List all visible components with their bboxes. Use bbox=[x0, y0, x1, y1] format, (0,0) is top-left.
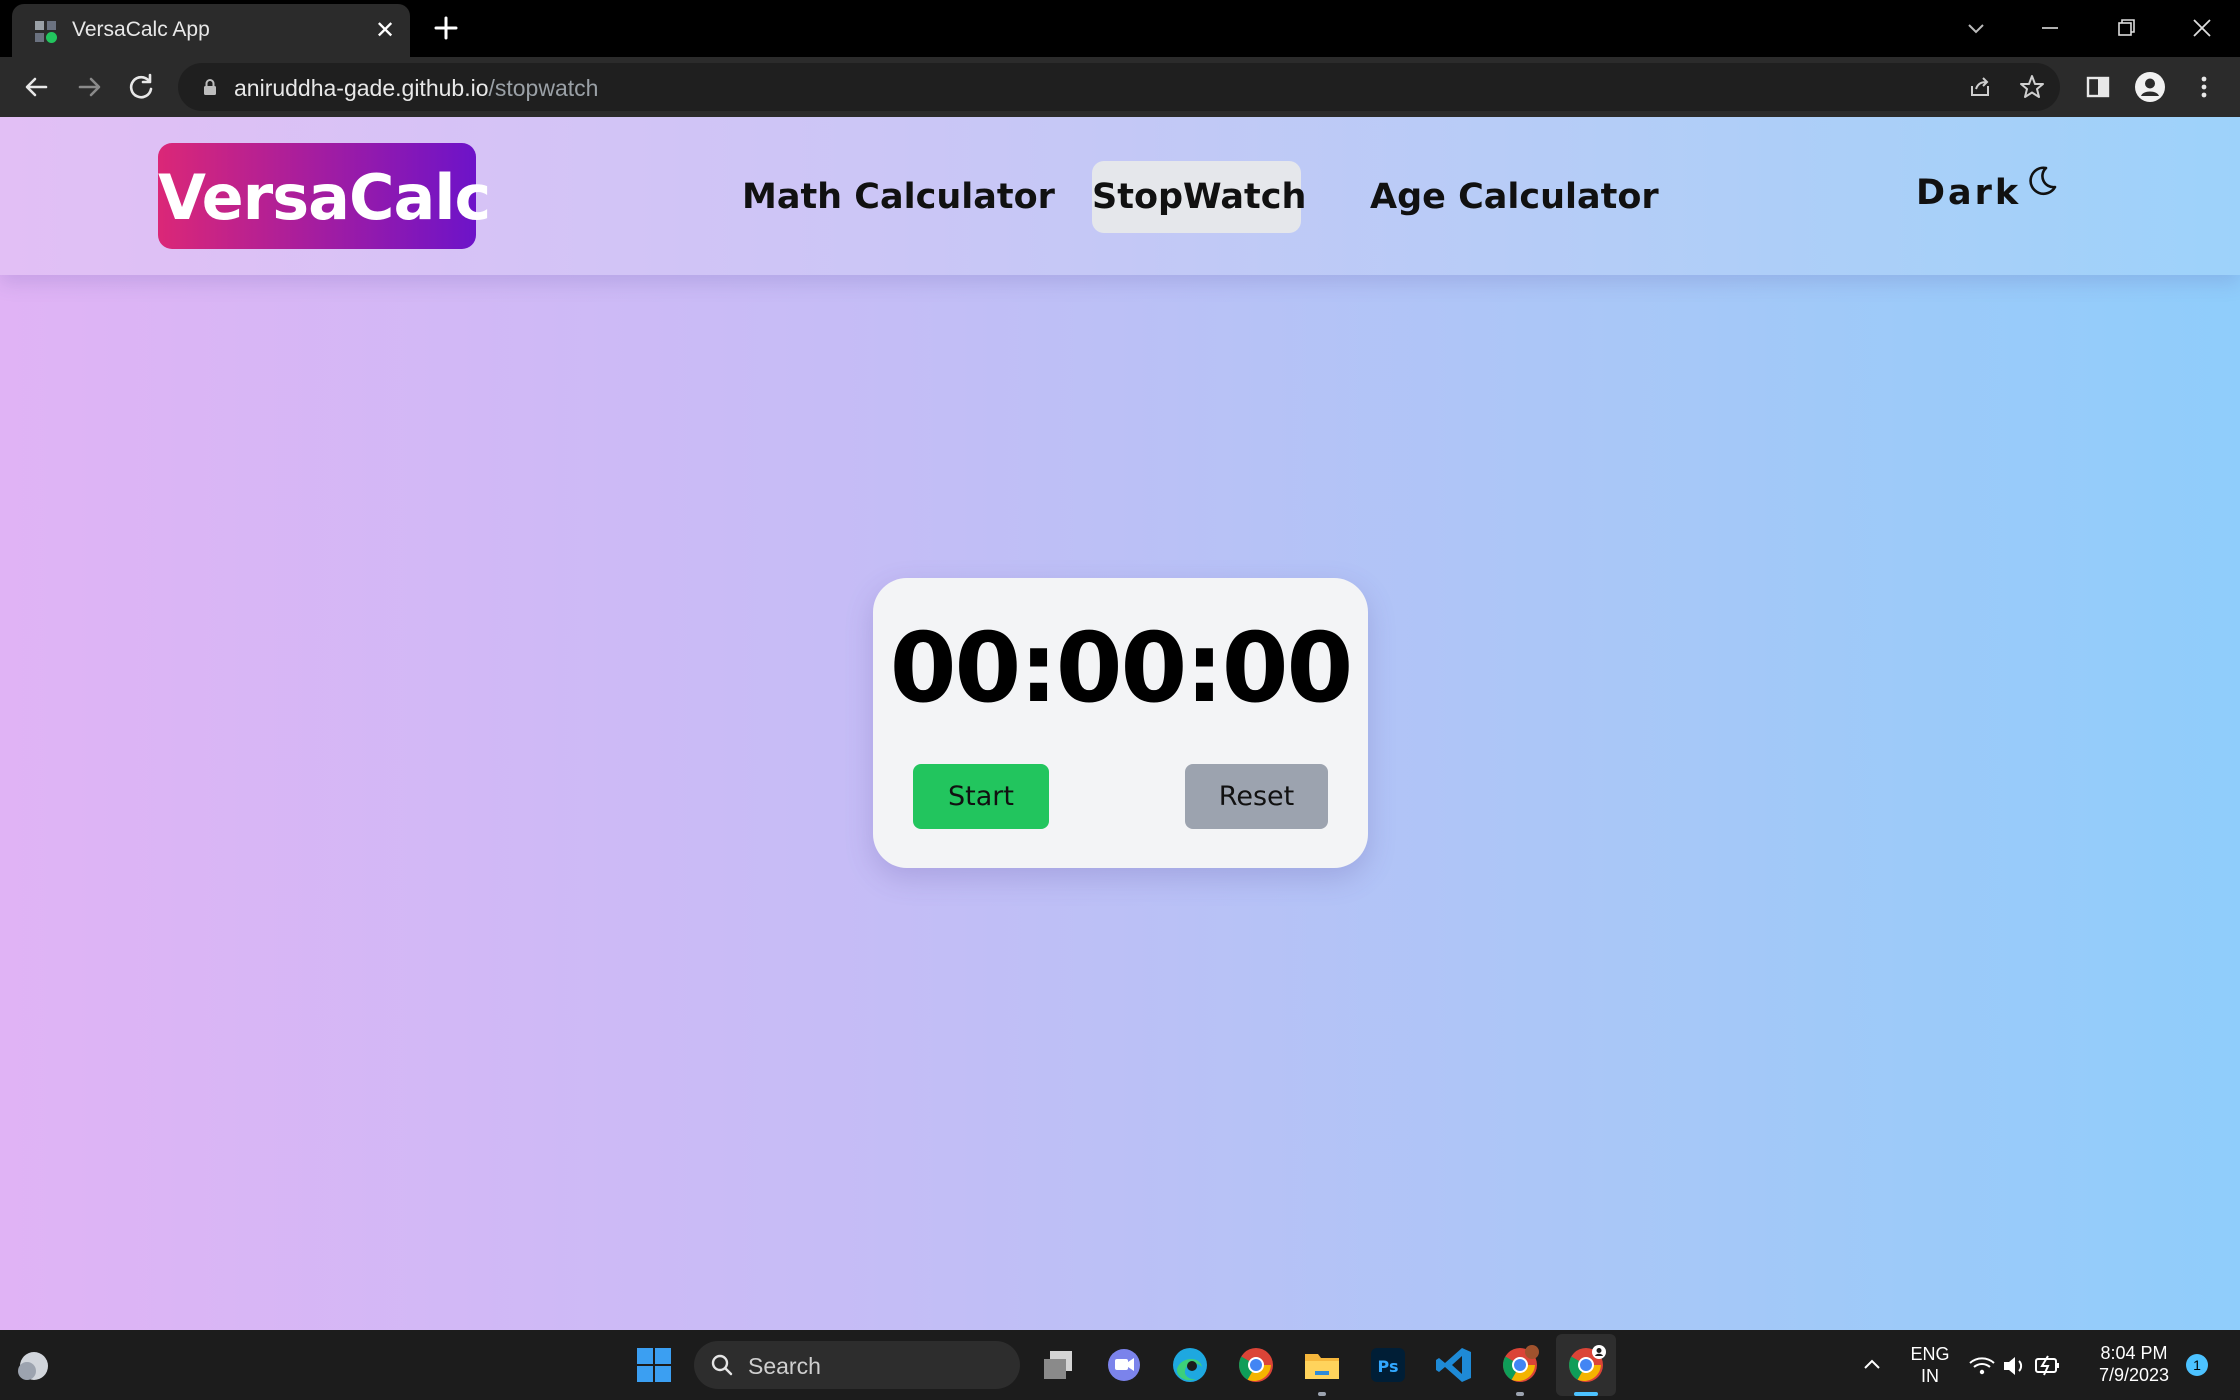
chrome-icon[interactable] bbox=[1234, 1343, 1278, 1387]
side-panel-icon[interactable] bbox=[2082, 71, 2114, 103]
page-viewport: VersaCalc Math Calculator StopWatch Age … bbox=[0, 117, 2240, 1330]
nav-stopwatch[interactable]: StopWatch bbox=[1092, 161, 1306, 233]
language-indicator[interactable]: ENG IN bbox=[1902, 1343, 1958, 1387]
nav-age-calculator[interactable]: Age Calculator bbox=[1370, 161, 1659, 233]
clock[interactable]: 8:04 PM 7/9/2023 bbox=[2088, 1342, 2180, 1386]
tray-chevron-up-icon[interactable] bbox=[1850, 1343, 1894, 1387]
network-volume-battery-icons[interactable] bbox=[1964, 1343, 2068, 1387]
taskbar-search-placeholder: Search bbox=[748, 1353, 821, 1379]
app-navbar: VersaCalc Math Calculator StopWatch Age … bbox=[0, 117, 2240, 275]
vscode-icon[interactable] bbox=[1432, 1343, 1476, 1387]
bookmark-star-icon[interactable] bbox=[2018, 73, 2046, 101]
os-taskbar: Search Ps ENG IN 8:04 PM 7/9/2023 1 bbox=[0, 1330, 2240, 1400]
lang-code: ENG bbox=[1910, 1344, 1950, 1364]
region-code: IN bbox=[1921, 1366, 1939, 1386]
browser-tab[interactable]: VersaCalc App ✕ bbox=[12, 4, 410, 57]
task-view-icon[interactable] bbox=[1036, 1343, 1080, 1387]
tab-title: VersaCalc App bbox=[72, 18, 210, 41]
theme-toggle-label[interactable]: Dark bbox=[1916, 173, 2021, 213]
clock-time: 8:04 PM bbox=[2100, 1343, 2168, 1363]
tab-close-icon[interactable]: ✕ bbox=[370, 16, 400, 46]
menu-kebab-icon[interactable] bbox=[2188, 71, 2220, 103]
notification-badge[interactable]: 1 bbox=[2186, 1354, 2208, 1376]
versacalc-logo[interactable]: VersaCalc bbox=[158, 143, 491, 249]
lock-icon bbox=[204, 79, 216, 95]
browser-tab-strip: VersaCalc App ✕ bbox=[0, 0, 2240, 57]
url-text: aniruddha-gade.github.io/stopwatch bbox=[234, 75, 599, 101]
address-bar[interactable]: aniruddha-gade.github.io/stopwatch bbox=[178, 63, 2060, 111]
stopwatch-display: 00:00:00 bbox=[889, 612, 1354, 724]
moon-icon[interactable] bbox=[2024, 163, 2060, 199]
chrome-active-indicator bbox=[1574, 1392, 1598, 1396]
search-icon bbox=[711, 1354, 733, 1376]
start-button[interactable]: Start bbox=[913, 764, 1049, 829]
nav-math-calculator[interactable]: Math Calculator bbox=[742, 161, 1055, 233]
stopwatch-card: 00:00:00 Start Reset bbox=[873, 578, 1368, 868]
restore-icon[interactable] bbox=[2106, 8, 2146, 48]
back-arrow-icon[interactable] bbox=[18, 68, 56, 106]
svg-text:Ps: Ps bbox=[1378, 1357, 1399, 1376]
teams-chat-icon[interactable] bbox=[1102, 1343, 1146, 1387]
share-icon[interactable] bbox=[1966, 73, 1994, 101]
new-tab-plus-icon[interactable] bbox=[430, 12, 462, 44]
clock-date: 7/9/2023 bbox=[2098, 1365, 2170, 1385]
browser-toolbar: aniruddha-gade.github.io/stopwatch bbox=[0, 57, 2240, 117]
chrome-profile-icon[interactable] bbox=[1498, 1343, 1542, 1387]
versacalc-favicon-icon bbox=[35, 21, 57, 43]
close-window-icon[interactable] bbox=[2182, 8, 2222, 48]
chrome-active-icon[interactable] bbox=[1564, 1343, 1608, 1387]
reset-button[interactable]: Reset bbox=[1185, 764, 1328, 829]
taskbar-search-input[interactable]: Search bbox=[694, 1341, 1020, 1389]
minimize-icon[interactable] bbox=[2030, 8, 2070, 48]
chrome-profile-running-indicator bbox=[1516, 1392, 1524, 1396]
file-explorer-running-indicator bbox=[1318, 1392, 1326, 1396]
file-explorer-icon[interactable] bbox=[1300, 1343, 1344, 1387]
reload-icon[interactable] bbox=[122, 68, 160, 106]
profile-avatar-icon[interactable] bbox=[2134, 71, 2166, 103]
windows-start-icon[interactable] bbox=[632, 1343, 676, 1387]
forward-arrow-icon[interactable] bbox=[70, 68, 108, 106]
photoshop-icon[interactable]: Ps bbox=[1366, 1343, 1410, 1387]
tab-search-chevron-icon[interactable] bbox=[1956, 8, 1996, 48]
weather-cloud-icon[interactable] bbox=[12, 1343, 56, 1387]
edge-browser-icon[interactable] bbox=[1168, 1343, 1212, 1387]
logo-text: VersaCalc bbox=[158, 161, 491, 234]
